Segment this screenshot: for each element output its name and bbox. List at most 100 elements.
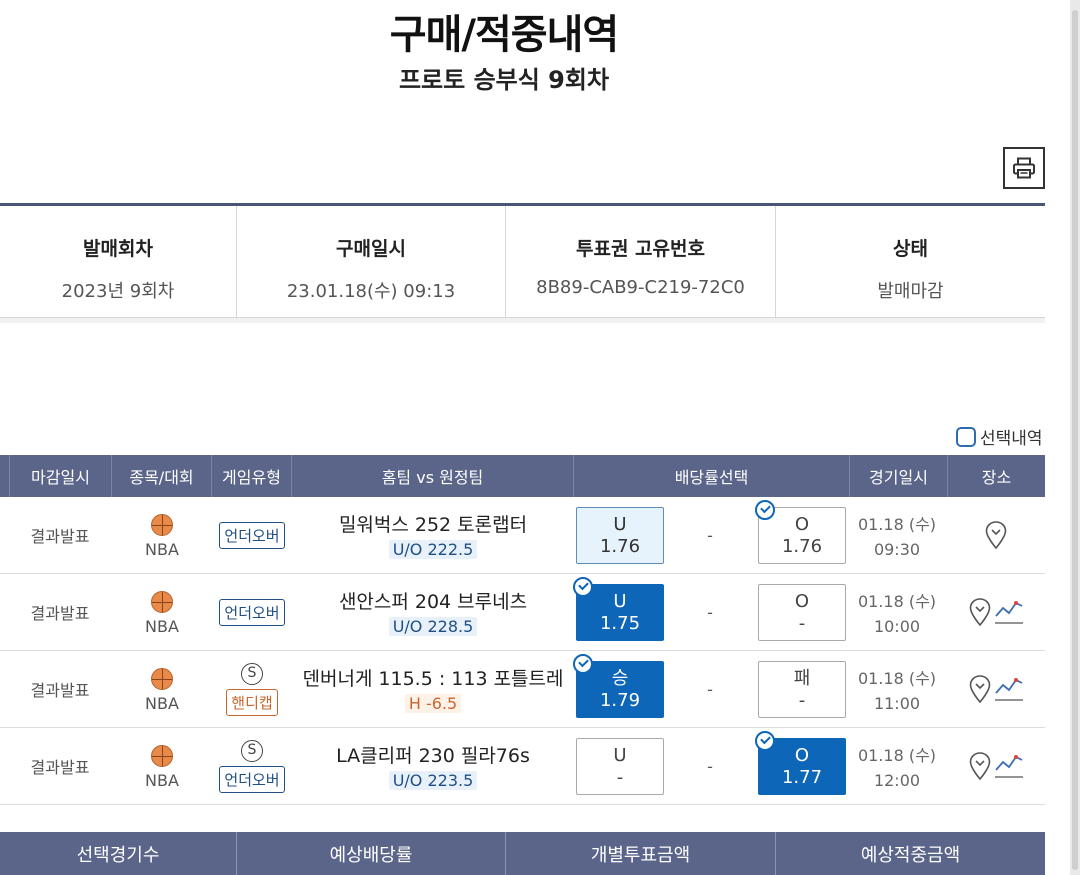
odds-label: U [613,745,627,766]
odds-button-right[interactable]: O 1.76 [755,500,846,564]
basketball-icon [151,668,173,690]
odds-value: 1.76 [781,536,823,557]
page-scrollbar[interactable] [1070,0,1080,875]
game-type-cell: S 언더오버 [212,728,292,804]
odds-button-right[interactable]: 패- [758,661,846,718]
game-time: 09:30 [873,540,921,559]
summary-header: 선택경기수 예상배당률 개별투표금액 예상적중금액 [0,832,1045,875]
info-value: 8B89-CAB9-C219-72C0 [536,277,745,298]
odds-label: U [613,514,627,535]
selected-check-icon [573,577,593,597]
table-header-cell: 홈팀 vs 원정팀 [292,455,574,497]
line-value: H -6.5 [404,694,462,713]
info-divider [0,318,1045,323]
away-team: 필라76s [460,745,530,767]
summary-header-cell: 선택경기수 [0,832,237,875]
line-value: U/O 222.5 [388,540,478,559]
odds-button-left[interactable]: U- [576,738,664,795]
table-header-cell: 종목/대회 [112,455,212,497]
printer-icon [1013,157,1035,179]
game-type-cell: S 핸디캡 [212,651,292,727]
info-value: 23.01.18(수) 09:13 [286,281,456,302]
location-pin-icon[interactable] [968,597,992,627]
game-date: 01.18 (수) [857,746,937,765]
table-header-cell: 배당률선택 [574,455,850,497]
deadline-cell: 결과발표 [30,681,90,700]
location-pin-icon[interactable] [968,674,992,704]
home-team: 샌안스퍼 [338,591,409,613]
single-game-badge: S [241,662,263,685]
deadline-cell: 결과발표 [30,604,90,623]
print-button[interactable] [1003,147,1045,189]
table-header: 마감일시 종목/대회 게임유형 홈팀 vs 원정팀 배당률선택 경기일시 장소 [0,455,1045,497]
location-pin-icon[interactable] [984,520,1008,550]
draw-odds: - [707,756,713,776]
game-score: 252 [414,514,452,536]
odds-trend-chart-icon[interactable] [994,598,1024,626]
odds-value: - [798,690,806,711]
game-time: 12:00 [873,771,921,790]
info-label: 상태 [893,238,928,260]
game-type-tag: 언더오버 [219,521,285,549]
game-date-cell: 01.18 (수) 12:00 [848,728,946,804]
basketball-icon [151,591,173,613]
place-cell [946,651,1045,727]
odds-label: O [794,591,810,612]
away-team: 브루네츠 [457,591,528,613]
page-title: 구매/적중내역 [389,12,619,58]
game-type-tag: 핸디캡 [226,688,278,716]
info-value: 발매마감 [877,281,944,302]
odds-button-right[interactable]: O 1.77 [755,731,846,795]
away-team: 포틀트레 [493,668,564,690]
game-date-cell: 01.18 (수) 11:00 [848,651,946,727]
place-cell [946,574,1045,650]
game-date-cell: 01.18 (수) 09:30 [848,497,946,573]
scrollbar-thumb[interactable] [1072,10,1078,870]
selection-history-toggle[interactable]: 선택내역 [956,424,1043,449]
table-header-cell: 경기일시 [850,455,948,497]
matchup-line: 밀워벅스 252 토론랩터 [292,510,574,537]
home-team: LA클리퍼 [336,745,413,767]
summary-header-cell: 예상배당률 [237,832,506,875]
sport-cell: NBA [112,497,212,573]
odds-button-left[interactable]: 승 1.79 [573,654,664,718]
location-pin-icon[interactable] [968,751,992,781]
game-date-cell: 01.18 (수) 10:00 [848,574,946,650]
table-header-cell: 장소 [981,468,1012,487]
info-label: 구매일시 [336,238,406,260]
odds-button-left[interactable]: U 1.76 [576,507,664,564]
place-cell [946,728,1045,804]
deadline-cell: 결과발표 [30,758,90,777]
sport-cell: NBA [112,574,212,650]
basketball-icon [151,514,173,536]
odds-value: 1.76 [599,536,641,557]
league-name: NBA [145,617,179,636]
odds-value: - [616,767,624,788]
selected-check-icon [755,731,775,751]
matchup-line: LA클리퍼 230 필라76s [292,741,574,768]
line-value: U/O 223.5 [388,771,478,790]
ticket-info-table: 발매회차 2023년 9회차 구매일시 23.01.18(수) 09:13 투표… [0,203,1045,318]
home-team: 덴버너게 [302,668,373,690]
game-score: 230 [418,745,455,767]
odds-button-right[interactable]: O- [758,584,846,641]
game-time: 10:00 [873,617,921,636]
league-name: NBA [145,540,179,559]
teams-cell: 샌안스퍼 204 브루네츠 U/O 228.5 [292,574,574,650]
odds-button-left[interactable]: U 1.75 [573,577,664,641]
game-date: 01.18 (수) [857,592,937,611]
odds-value: - [798,613,806,634]
table-row: 결과발표 NBA 언더오버 샌안스퍼 204 브루네츠 U/O 228.5 U 1.7… [0,574,1045,651]
info-label: 발매회차 [83,238,153,260]
table-row: 결과발표 NBA S 언더오버 LA클리퍼 230 필라76s U/O 223.5 … [0,728,1045,805]
selection-history-checkbox[interactable] [956,426,976,447]
info-cell-status: 상태 발매마감 [776,206,1045,317]
odds-trend-chart-icon[interactable] [994,752,1024,780]
table-row: 결과발표 NBA 언더오버 밀워벅스 252 토론랩터 U/O 222.5 U 1.7… [0,497,1045,574]
basketball-icon [151,745,173,767]
table-header-cell: 게임유형 [212,455,292,497]
teams-cell: 덴버너게 115.5 : 113 포틀트레 H -6.5 [292,651,574,727]
game-type-cell: 언더오버 [212,574,292,650]
league-name: NBA [145,771,179,790]
odds-trend-chart-icon[interactable] [994,675,1024,703]
